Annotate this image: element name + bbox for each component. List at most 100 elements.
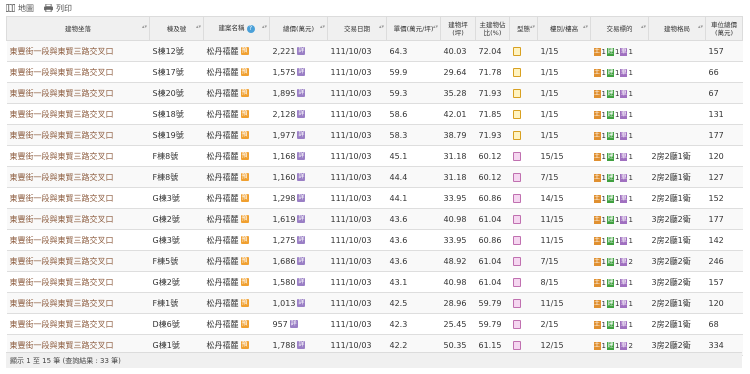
land-icon: 土	[593, 279, 601, 287]
detail-icon[interactable]: 詳	[297, 236, 306, 244]
layout-cell-text: 2房2廳1衛	[651, 193, 691, 203]
building-icon: 建	[606, 69, 614, 77]
area-cell-text: 28.96	[443, 298, 467, 308]
address-link[interactable]: 東豐街一段與東賢三路交叉口	[6, 271, 150, 293]
column-header[interactable]: 型態 ▴▾	[509, 16, 538, 41]
total-price-cell-text: 2,128	[272, 109, 296, 119]
parking-price-cell-text: 177	[708, 214, 724, 224]
table-row[interactable]: 東豐街一段與東賢三路交叉口 F棟5號 松丹禧麓預 1,686 詳 111/10/03 43.…	[6, 250, 743, 272]
address-link[interactable]: 東豐街一段與東賢三路交叉口	[6, 145, 150, 167]
column-header[interactable]: 樓別/樓高 ▴▾	[537, 16, 591, 41]
map-button[interactable]: 地圖	[6, 3, 34, 14]
table-row[interactable]: 東豐街一段與東賢三路交叉口 G棟2號 松丹禧麓預 1,580 詳 111/10/03 43.…	[6, 271, 743, 293]
land-icon: 土	[593, 195, 601, 203]
address-link[interactable]: 東豐街一段與東賢三路交叉口	[6, 313, 150, 335]
detail-icon[interactable]: 詳	[297, 68, 306, 76]
detail-icon[interactable]: 詳	[297, 152, 306, 160]
parking-icon: 車	[620, 279, 628, 287]
address-link[interactable]: 東豐街一段與東賢三路交叉口	[6, 250, 150, 272]
date-cell-text: 111/10/03	[330, 151, 372, 161]
sort-icon[interactable]: ▴▾	[320, 25, 325, 30]
object-count: 2	[628, 258, 633, 266]
detail-icon[interactable]: 詳	[297, 89, 306, 97]
sort-icon[interactable]: ▴▾	[530, 25, 535, 30]
object-count: 1	[614, 321, 620, 329]
sort-icon[interactable]: ▴▾	[433, 25, 438, 30]
address-link[interactable]: 東豐街一段與東賢三路交叉口	[6, 61, 150, 83]
floor-cell: 1/15	[537, 103, 591, 125]
table-row[interactable]: 東豐街一段與東賢三路交叉口 S棟20號 松丹禧麓預 1,895 詳 111/10/03 59…	[6, 82, 743, 104]
sort-icon[interactable]: ▴▾	[698, 25, 703, 30]
table-row[interactable]: 東豐街一段與東賢三路交叉口 G棟3號 松丹禧麓預 1,298 詳 111/10/03 44.…	[6, 187, 743, 209]
column-header[interactable]: 建物格局 ▴▾	[648, 16, 706, 41]
address-link[interactable]: 東豐街一段與東賢三路交叉口	[6, 82, 150, 104]
table-row[interactable]: 東豐街一段與東賢三路交叉口 S棟18號 松丹禧麓預 2,128 詳 111/10/03 58…	[6, 103, 743, 125]
detail-icon[interactable]: 詳	[297, 194, 306, 202]
detail-icon[interactable]: 詳	[297, 278, 306, 286]
detail-icon[interactable]: 詳	[297, 173, 306, 181]
total-price-cell-text: 1,895	[272, 88, 296, 98]
floor-cell-text: 14/15	[540, 193, 564, 203]
sort-icon[interactable]: ▴▾	[641, 25, 646, 30]
parking-price-cell-text: 131	[708, 109, 724, 119]
floor-cell-text: 15/15	[540, 151, 564, 161]
address-link[interactable]: 東豐街一段與東賢三路交叉口	[6, 208, 150, 230]
table-row[interactable]: 東豐街一段與東賢三路交叉口 S棟17號 松丹禧麓預 1,575 詳 111/10/03 59…	[6, 61, 743, 83]
address-link[interactable]: 東豐街一段與東賢三路交叉口	[6, 103, 150, 125]
address-link[interactable]: 東豐街一段與東賢三路交叉口	[6, 166, 150, 188]
total-price-cell-text: 1,298	[272, 193, 296, 203]
detail-icon[interactable]: 詳	[297, 257, 306, 265]
floor-cell-text: 11/15	[540, 235, 564, 245]
address-link[interactable]: 東豐街一段與東賢三路交叉口	[6, 229, 150, 251]
column-header[interactable]: 建物坐落 ▴▾	[6, 16, 150, 41]
table-row[interactable]: 東豐街一段與東賢三路交叉口 F棟8號 松丹禧麓預 1,168 詳 111/10/03 45.…	[6, 145, 743, 167]
table-row[interactable]: 東豐街一段與東賢三路交叉口 S棟12號 松丹禧麓預 2,221 詳 111/10/03 64…	[6, 40, 743, 62]
column-header[interactable]: 交易標的 ▴▾	[590, 16, 649, 41]
building-icon: 建	[606, 48, 614, 56]
column-header[interactable]: 建物坪(坪)	[440, 16, 476, 41]
table-row[interactable]: 東豐街一段與東賢三路交叉口 F棟1號 松丹禧麓預 1,013 詳 111/10/03 42.…	[6, 292, 743, 314]
building-icon: 建	[606, 300, 614, 308]
unit-price-cell-text: 58.3	[389, 130, 408, 140]
land-icon: 土	[593, 216, 601, 224]
address-link[interactable]: 東豐街一段與東賢三路交叉口	[6, 187, 150, 209]
unit-cell: F棟8號	[149, 166, 204, 188]
table-row[interactable]: 東豐街一段與東賢三路交叉口 F棟8號 松丹禧麓預 1,160 詳 111/10/03 44.…	[6, 166, 743, 188]
column-header[interactable]: 建案名稱? ▴▾	[203, 16, 270, 41]
sort-icon[interactable]: ▴▾	[142, 25, 147, 30]
detail-icon[interactable]: 詳	[297, 341, 306, 349]
column-header[interactable]: 總價(萬元) ▴▾	[269, 16, 328, 41]
detail-icon[interactable]: 詳	[297, 110, 306, 118]
print-button[interactable]: 列印	[44, 3, 72, 14]
sort-icon[interactable]: ▴▾	[379, 25, 384, 30]
detail-icon[interactable]: 詳	[289, 320, 298, 328]
area-cell: 28.96	[440, 292, 476, 314]
detail-icon[interactable]: 詳	[297, 215, 306, 223]
address-link[interactable]: 東豐街一段與東賢三路交叉口	[6, 40, 150, 62]
ratio-cell: 60.12	[475, 145, 510, 167]
table-row[interactable]: 東豐街一段與東賢三路交叉口 G棟2號 松丹禧麓預 1,619 詳 111/10/03 43.…	[6, 208, 743, 230]
column-header[interactable]: 車位總價(萬元)	[705, 16, 743, 41]
column-header[interactable]: 單價(萬元/坪) ▴▾	[386, 16, 441, 41]
address-link[interactable]: 東豐街一段與東賢三路交叉口	[6, 124, 150, 146]
column-header[interactable]: 交易日期 ▴▾	[327, 16, 387, 41]
apartment-type-icon	[512, 319, 521, 329]
column-header[interactable]: 棟及號 ▴▾	[149, 16, 204, 41]
detail-icon[interactable]: 詳	[297, 131, 306, 139]
object-count: 1	[628, 300, 633, 308]
sort-icon[interactable]: ▴▾	[262, 25, 267, 30]
parking-price-cell-text: 120	[708, 298, 724, 308]
sort-icon[interactable]: ▴▾	[196, 25, 201, 30]
sort-icon[interactable]: ▴▾	[583, 25, 588, 30]
detail-icon[interactable]: 詳	[297, 299, 306, 307]
help-icon[interactable]: ?	[246, 25, 255, 33]
table-row[interactable]: 東豐街一段與東賢三路交叉口 G棟3號 松丹禧麓預 1,275 詳 111/10/03 43.…	[6, 229, 743, 251]
column-header[interactable]: 主建物佔比(%)	[475, 16, 510, 41]
table-row[interactable]: 東豐街一段與東賢三路交叉口 D棟6號 松丹禧麓預 957 詳 111/10/03 42.3 2…	[6, 313, 743, 335]
table-row[interactable]: 東豐街一段與東賢三路交叉口 S棟19號 松丹禧麓預 1,977 詳 111/10/03 58…	[6, 124, 743, 146]
parking-price-cell: 142	[705, 229, 743, 251]
detail-icon[interactable]: 詳	[297, 47, 306, 55]
address-link[interactable]: 東豐街一段與東賢三路交叉口	[6, 292, 150, 314]
total-price-cell: 1,575 詳	[269, 61, 328, 83]
date-cell: 111/10/03	[327, 103, 387, 125]
